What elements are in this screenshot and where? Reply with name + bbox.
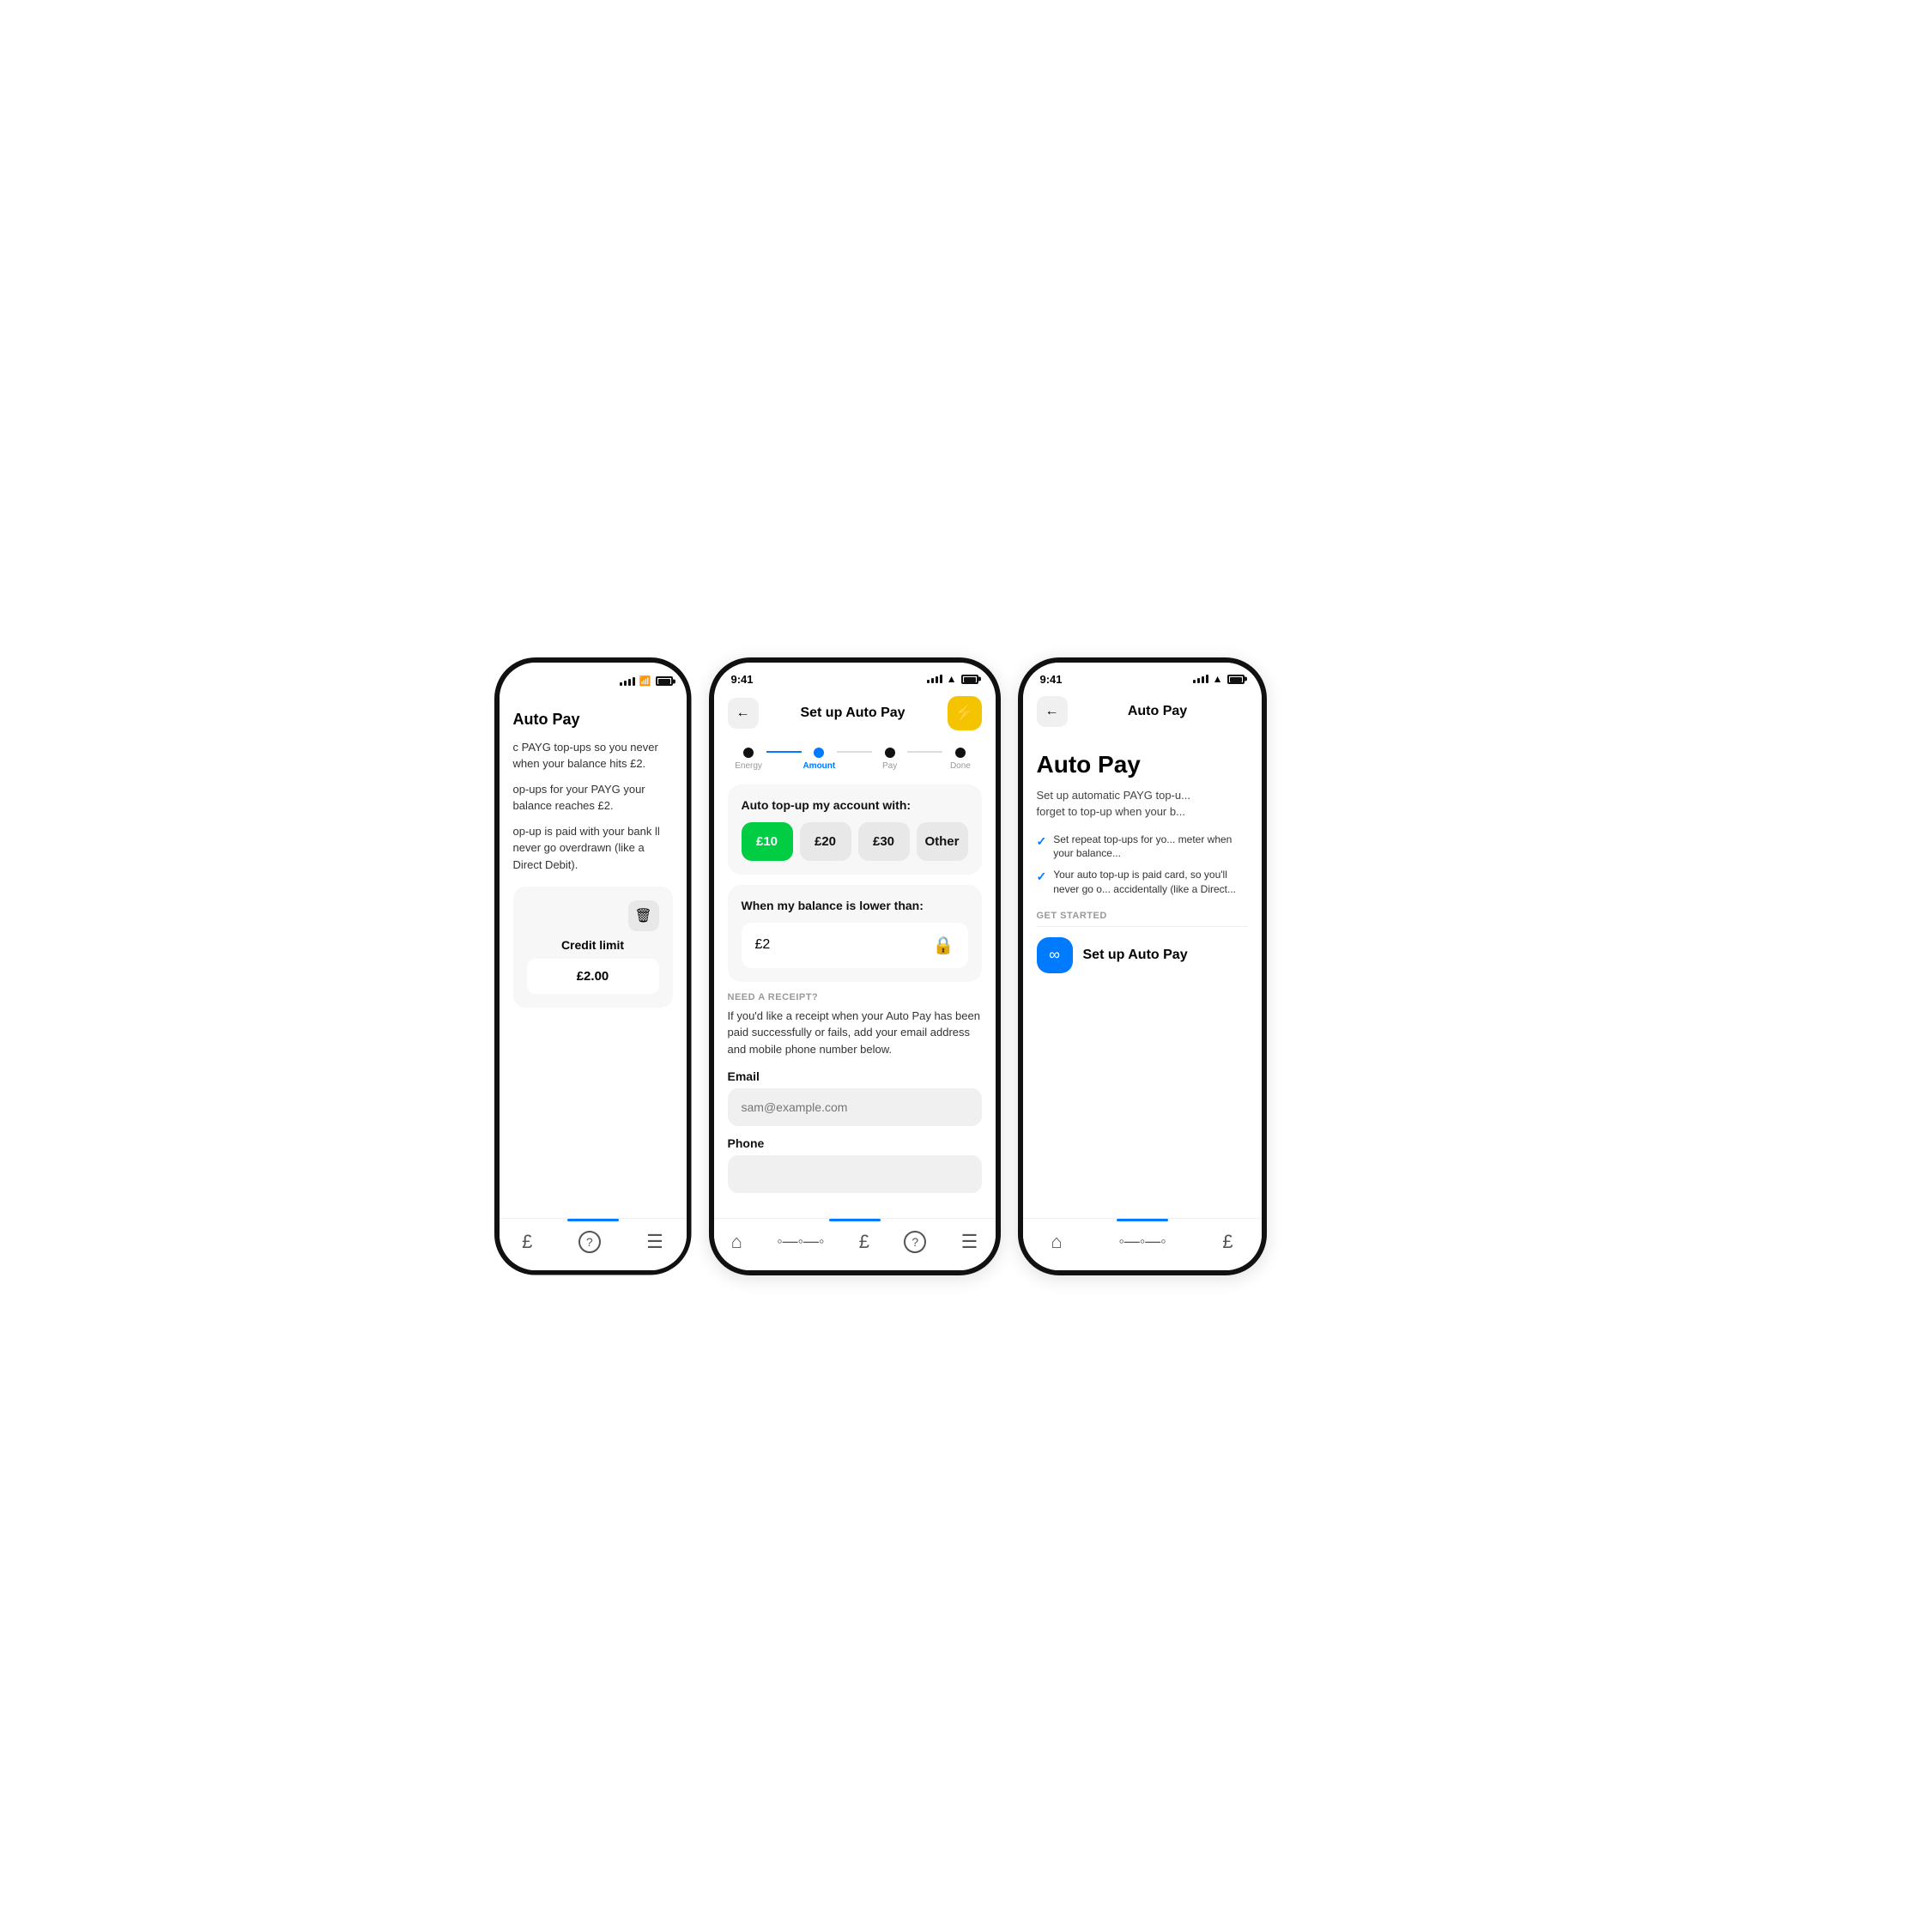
signal-icon [927, 675, 942, 683]
wifi-icon: ▲ [1213, 673, 1223, 685]
step-amount: Amount [802, 748, 837, 771]
email-label: Email [728, 1069, 982, 1083]
time-display: 9:41 [731, 673, 754, 686]
progress-steps: Energy Amount Pay Done [714, 737, 996, 778]
nav-title: Set up Auto Pay [759, 706, 948, 721]
nav-help[interactable]: ? [897, 1227, 933, 1257]
back-button[interactable]: ← [728, 698, 759, 729]
balance-input: £2 🔒 [742, 923, 968, 968]
nav-header: ← Auto Pay [1023, 689, 1262, 734]
nav-billing[interactable]: £ [1215, 1227, 1239, 1257]
feature-item-1: ✓ Set repeat top-ups for yo... meter whe… [1037, 833, 1248, 862]
balance-title: When my balance is lower than: [742, 899, 968, 912]
nav-billing[interactable]: £ [852, 1227, 876, 1257]
body-text-2: op-ups for your PAYG your balance reache… [513, 781, 673, 815]
page-title: Auto Pay [1037, 751, 1248, 778]
phone-label: Phone [728, 1136, 982, 1150]
action-button[interactable]: ⚡ [948, 696, 982, 730]
credit-value: £2.00 [527, 959, 659, 994]
divider [1037, 926, 1248, 927]
status-bar: 9:41 ▲ [1023, 663, 1262, 689]
amount-20-button[interactable]: £20 [800, 822, 851, 861]
step-pay: Pay [872, 748, 907, 771]
balance-card: When my balance is lower than: £2 🔒 [728, 885, 982, 982]
amount-options: £10 £20 £30 Other [742, 822, 968, 861]
feature-item-2: ✓ Your auto top-up is paid card, so you'… [1037, 868, 1248, 897]
credit-label: Credit limit [527, 938, 659, 952]
signal-icon [620, 677, 635, 686]
body-text-3: op-up is paid with your bank ll never go… [513, 823, 673, 874]
bottom-navigation: £ ? ☰ [500, 1218, 687, 1270]
wifi-icon: ▲ [947, 673, 957, 685]
topup-title: Auto top-up my account with: [742, 798, 968, 812]
nav-home[interactable]: ⌂ [724, 1227, 749, 1257]
phone-input[interactable] [728, 1155, 982, 1193]
email-input[interactable] [728, 1088, 982, 1126]
signal-icon [1193, 675, 1208, 683]
receipt-label: NEED A RECEIPT? [728, 992, 982, 1002]
checkmark-icon-2: ✓ [1037, 869, 1047, 886]
battery-icon [1227, 675, 1245, 684]
setup-btn-label: Set up Auto Pay [1083, 948, 1188, 963]
left-phone: 📶 Auto Pay c PAYG top-ups so you never w… [494, 657, 692, 1275]
page-title: Auto Pay [513, 711, 673, 729]
delete-icon[interactable]: 🗑 [628, 900, 659, 931]
nav-billing[interactable]: £ [515, 1227, 539, 1257]
receipt-description: If you'd like a receipt when your Auto P… [728, 1008, 982, 1058]
right-phone: 9:41 ▲ ← Auto Pay Auto Pay Set up automa… [1018, 657, 1267, 1275]
setup-autopay-button[interactable]: ∞ Set up Auto Pay [1037, 937, 1248, 973]
bottom-navigation: ⌂ ◦—◦—◦ £ [1023, 1218, 1262, 1270]
body-text-1: c PAYG top-ups so you never when your ba… [513, 739, 673, 772]
status-bar: 9:41 ▲ [714, 663, 996, 689]
nav-activity[interactable]: ◦—◦—◦ [770, 1229, 831, 1254]
wifi-icon: 📶 [639, 675, 651, 687]
nav-activity[interactable]: ◦—◦—◦ [1111, 1229, 1172, 1254]
checkmark-icon: ✓ [1037, 833, 1047, 851]
infinity-icon: ∞ [1037, 937, 1073, 973]
center-phone: 9:41 ▲ ← Set up Auto Pay ⚡ [709, 657, 1001, 1275]
amount-other-button[interactable]: Other [917, 822, 968, 861]
nav-help[interactable]: ? [572, 1227, 608, 1257]
time-display: 9:41 [1040, 673, 1063, 686]
nav-menu[interactable]: ☰ [954, 1227, 985, 1257]
nav-home[interactable]: ⌂ [1044, 1227, 1069, 1257]
nav-title: Auto Pay [1068, 704, 1248, 719]
balance-value: £2 [755, 937, 771, 953]
nav-menu[interactable]: ☰ [639, 1227, 670, 1257]
credit-card: 🗑 Credit limit £2.00 [513, 887, 673, 1008]
lock-icon: 🔒 [933, 935, 954, 956]
back-button[interactable]: ← [1037, 696, 1068, 727]
step-energy: Energy [731, 748, 766, 771]
amount-10-button[interactable]: £10 [742, 822, 793, 861]
nav-header: ← Set up Auto Pay ⚡ [714, 689, 996, 737]
receipt-section: NEED A RECEIPT? If you'd like a receipt … [728, 992, 982, 1204]
battery-icon [656, 676, 673, 686]
step-done: Done [942, 748, 978, 771]
amount-30-button[interactable]: £30 [858, 822, 910, 861]
bottom-navigation: ⌂ ◦—◦—◦ £ ? ☰ [714, 1218, 996, 1270]
subtitle-text: Set up automatic PAYG top-u...forget to … [1037, 787, 1248, 821]
battery-icon [961, 675, 978, 684]
get-started-label: GET STARTED [1037, 911, 1248, 921]
feature-list: ✓ Set repeat top-ups for yo... meter whe… [1037, 833, 1248, 897]
lightning-icon: ⚡ [954, 702, 975, 724]
topup-card: Auto top-up my account with: £10 £20 £30… [728, 784, 982, 875]
